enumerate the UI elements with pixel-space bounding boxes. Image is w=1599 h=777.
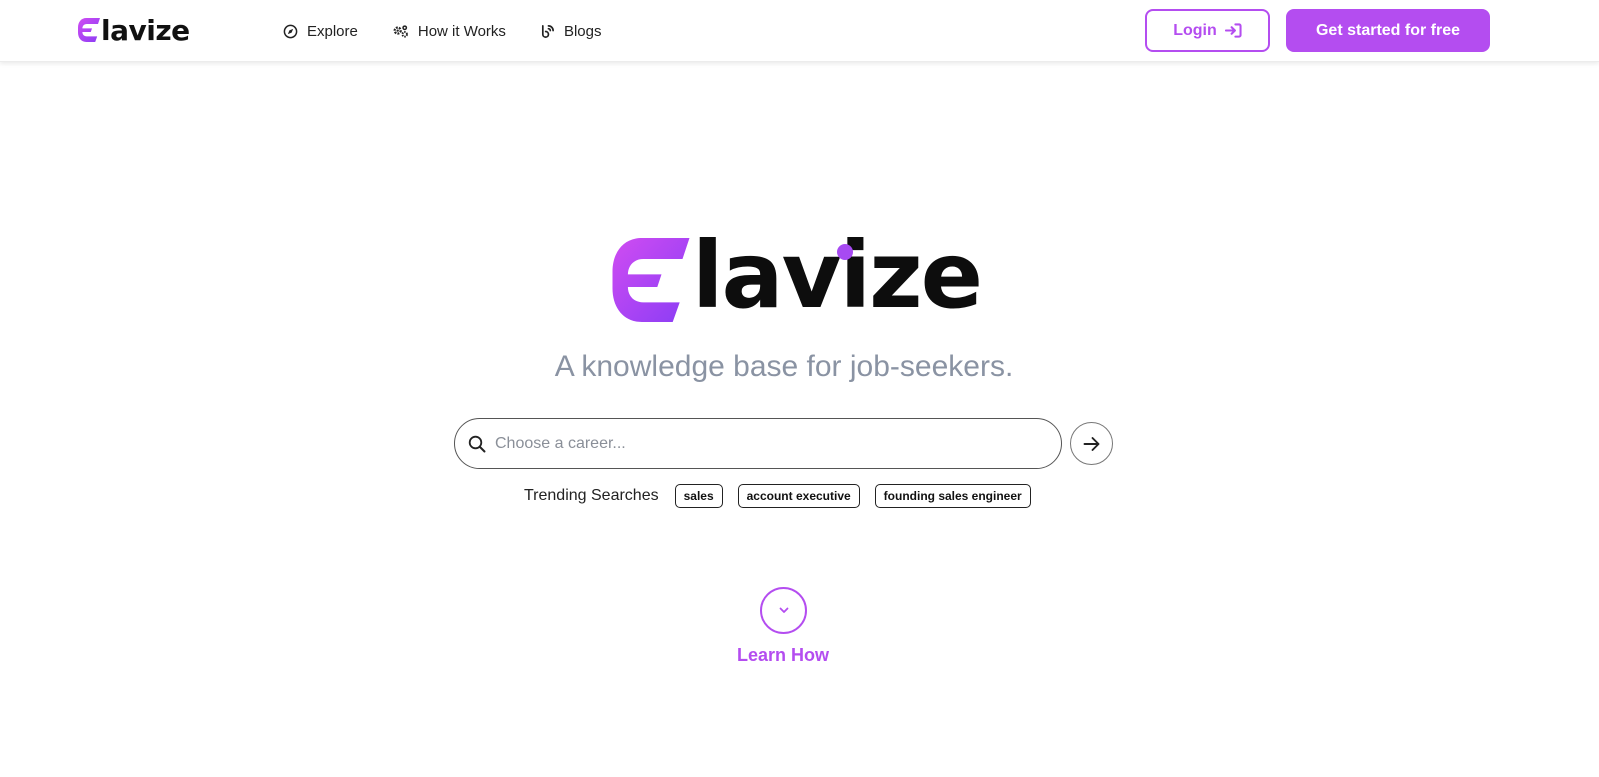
trending-label: Trending Searches [524, 487, 659, 504]
nav-explore[interactable]: Explore [283, 23, 358, 40]
compass-icon [283, 24, 298, 38]
login-button[interactable]: Login [1145, 9, 1270, 52]
brand-logo[interactable]: lavize [78, 14, 190, 46]
blog-icon [541, 24, 554, 38]
trending-searches: Trending Searches sales account executiv… [524, 484, 1046, 508]
main-nav: Explore How it Works Blogs [283, 0, 635, 62]
search-icon [468, 435, 486, 452]
i-dot-accent [837, 244, 853, 260]
search-submit-button[interactable] [1070, 422, 1113, 465]
learn-how-button[interactable] [760, 587, 807, 634]
career-search [454, 418, 1062, 469]
learn-how-link[interactable]: Learn How [0, 645, 1566, 666]
nav-how-it-works[interactable]: How it Works [392, 23, 506, 40]
trending-chip-sales[interactable]: sales [674, 484, 723, 508]
gears-icon [393, 24, 408, 38]
login-label: Login [1173, 21, 1217, 39]
elavize-e-logo-icon [612, 238, 690, 322]
sign-in-icon [1224, 23, 1242, 38]
top-navbar: lavize Explore How it Works Blogs Login … [0, 0, 1599, 62]
arrow-right-icon [1083, 436, 1099, 451]
hero-tagline: A knowledge base for job-seekers. [554, 350, 1014, 383]
elavize-e-logo-icon [78, 18, 100, 42]
chevron-down-icon [779, 607, 788, 613]
nav-explore-label: Explore [307, 22, 358, 40]
nav-blogs[interactable]: Blogs [540, 22, 602, 40]
nav-blogs-label: Blogs [563, 22, 602, 40]
trending-chip-account-executive[interactable]: account executive [737, 484, 860, 508]
get-started-button[interactable]: Get started for free [1286, 9, 1490, 52]
search-input[interactable] [495, 434, 1035, 453]
trending-chip-founding-sales-engineer[interactable]: founding sales engineer [874, 484, 1031, 508]
hero-logo: lavize [610, 230, 983, 326]
nav-how-it-works-label: How it Works [417, 22, 506, 40]
brand-wordmark: lavize [101, 14, 190, 47]
